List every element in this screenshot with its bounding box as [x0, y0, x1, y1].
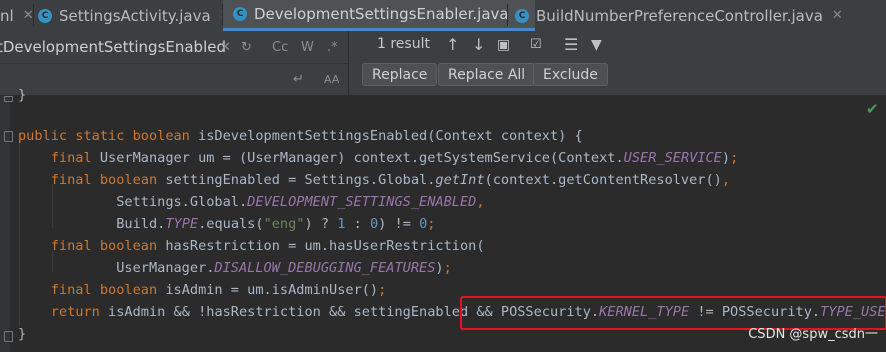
code-line: public static boolean isDevelopmentSetti…: [18, 128, 583, 144]
code-editor[interactable]: ✔ } public static boolean isDevelopmentS…: [0, 87, 886, 352]
preserve-newline-icon[interactable]: ↵: [293, 64, 304, 95]
replace-all-button[interactable]: Replace All: [438, 63, 536, 86]
previous-occurrence-icon[interactable]: ↑: [446, 35, 459, 54]
tab-label: BuildNumberPreferenceController.java: [536, 6, 823, 25]
code-line: final boolean isAdmin = um.isAdminUser()…: [50, 282, 387, 298]
tab-label: SettingsActivity.java: [59, 6, 211, 25]
fold-marker-icon[interactable]: [4, 131, 13, 142]
code-line: final UserManager um = (UserManager) con…: [50, 150, 739, 166]
java-class-icon: C: [38, 8, 52, 23]
code-line: final boolean hasRestriction = um.hasUse…: [50, 238, 485, 254]
java-class-icon: C: [233, 7, 247, 21]
clear-search-icon[interactable]: ✕: [220, 31, 231, 63]
search-input[interactable]: tDevelopmentSettingsEnabled: [0, 31, 348, 64]
close-icon[interactable]: ✕: [23, 8, 34, 23]
regex-toggle[interactable]: .*: [327, 31, 338, 63]
tab-partial[interactable]: nl ✕: [0, 0, 34, 31]
fold-marker-icon[interactable]: [4, 96, 13, 102]
no-problems-check-icon: ✔: [866, 100, 879, 118]
preserve-case-toggle[interactable]: AA: [324, 64, 339, 95]
find-replace-bar: tDevelopmentSettingsEnabled ✕ ↻ Cc W .* …: [0, 31, 886, 96]
replace-button[interactable]: Replace: [362, 63, 438, 86]
tab-settings-activity[interactable]: C SettingsActivity.java ✕: [38, 0, 231, 31]
code-line: }: [18, 87, 27, 103]
code-line: final boolean settingEnabled = Settings.…: [50, 172, 731, 188]
code-line: Settings.Global.DEVELOPMENT_SETTINGS_ENA…: [18, 194, 485, 210]
filter-search-results-icon[interactable]: ☑: [530, 37, 542, 52]
tab-development-settings-enabler[interactable]: C DevelopmentSettingsEnabler.java ✕: [223, 0, 535, 31]
code-line: }: [18, 326, 27, 342]
select-all-occurrences-icon[interactable]: ▣: [497, 37, 510, 53]
words-toggle[interactable]: W: [301, 31, 314, 63]
close-icon[interactable]: ✕: [832, 8, 843, 23]
filter-icon[interactable]: ▼: [591, 37, 602, 53]
editor-tab-bar: nl ✕ C SettingsActivity.java ✕ C Develop…: [0, 0, 886, 32]
java-class-icon: C: [515, 8, 529, 23]
tab-label: DevelopmentSettingsEnabler.java: [254, 5, 509, 23]
code-line: Build.TYPE.equals("eng") ? 1 : 0) != 0;: [18, 216, 436, 232]
tab-build-number-preference-controller[interactable]: C BuildNumberPreferenceController.java ✕: [515, 0, 843, 31]
multiline-icon[interactable]: ☰: [564, 35, 578, 54]
code-line: UserManager.DISALLOW_DEBUGGING_FEATURES)…: [18, 260, 452, 276]
tab-label: nl: [0, 6, 14, 25]
search-result-count: 1 result: [377, 36, 430, 52]
fold-marker-icon[interactable]: [4, 331, 13, 342]
match-case-toggle[interactable]: Cc: [272, 31, 288, 63]
exclude-button[interactable]: Exclude: [533, 63, 608, 86]
next-occurrence-icon[interactable]: ↓: [472, 35, 485, 54]
history-icon[interactable]: ↻: [241, 31, 252, 63]
watermark: CSDN @spw_csdn一: [748, 327, 878, 342]
